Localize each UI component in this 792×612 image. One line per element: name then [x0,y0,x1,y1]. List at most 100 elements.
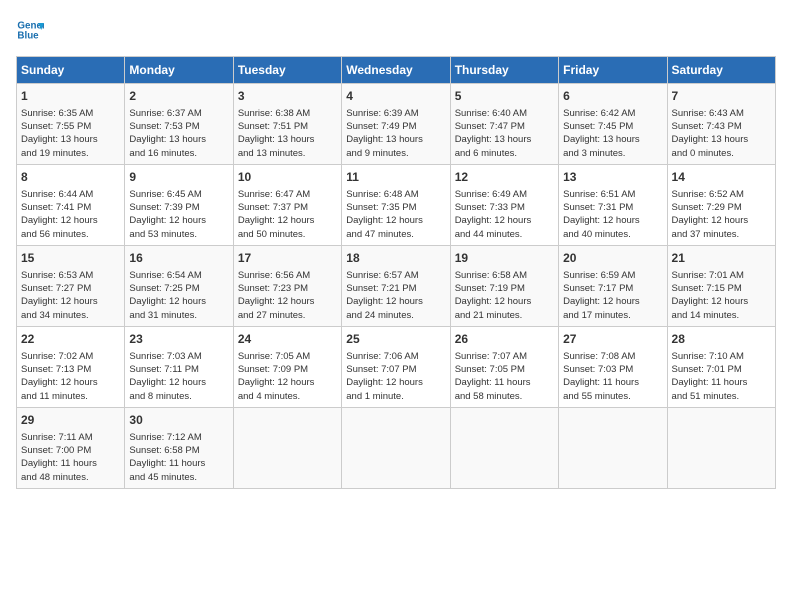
calendar-cell: 7 Sunrise: 6:43 AM Sunset: 7:43 PM Daylig… [667,84,775,165]
day-info: Sunrise: 6:40 AM Sunset: 7:47 PM Dayligh… [455,107,554,160]
logo-icon: General Blue [16,16,44,44]
day-number: 4 [346,88,445,105]
day-info: Sunrise: 6:51 AM Sunset: 7:31 PM Dayligh… [563,188,662,241]
calendar-cell: 20Sunrise: 6:59 AM Sunset: 7:17 PM Dayli… [559,245,667,326]
day-number: 17 [238,250,337,267]
calendar-cell: 6Sunrise: 6:42 AM Sunset: 7:45 PM Daylig… [559,84,667,165]
day-info: Sunrise: 7:07 AM Sunset: 7:05 PM Dayligh… [455,350,554,403]
day-info: Sunrise: 7:03 AM Sunset: 7:11 PM Dayligh… [129,350,228,403]
day-number: 14 [672,169,771,186]
calendar-cell: 2 Sunrise: 6:37 AM Sunset: 7:53 PM Daylig… [125,84,233,165]
col-header-sunday: Sunday [17,57,125,84]
day-number: 9 [129,169,228,186]
calendar-cell: 12Sunrise: 6:49 AM Sunset: 7:33 PM Dayli… [450,164,558,245]
calendar-week-row: 1 Sunrise: 6:35 AM Sunset: 7:55 PM Daylig… [17,84,776,165]
day-number: 8 [21,169,120,186]
day-info: Sunrise: 7:11 AM Sunset: 7:00 PM Dayligh… [21,431,120,484]
calendar-week-row: 22Sunrise: 7:02 AM Sunset: 7:13 PM Dayli… [17,326,776,407]
day-info: Sunrise: 7:05 AM Sunset: 7:09 PM Dayligh… [238,350,337,403]
day-number: 7 [672,88,771,105]
day-number: 18 [346,250,445,267]
day-number: 29 [21,412,120,429]
day-info: Sunrise: 6:45 AM Sunset: 7:39 PM Dayligh… [129,188,228,241]
calendar-cell [450,407,558,488]
day-info: Sunrise: 7:12 AM Sunset: 6:58 PM Dayligh… [129,431,228,484]
calendar-cell: 27 Sunrise: 7:08 AM Sunset: 7:03 PM Dayli… [559,326,667,407]
calendar-cell: 5 Sunrise: 6:40 AM Sunset: 7:47 PM Daylig… [450,84,558,165]
day-number: 10 [238,169,337,186]
svg-text:Blue: Blue [17,30,39,41]
day-info: Sunrise: 6:37 AM Sunset: 7:53 PM Dayligh… [129,107,228,160]
calendar-cell: 19 Sunrise: 6:58 AM Sunset: 7:19 PM Dayli… [450,245,558,326]
day-info: Sunrise: 6:35 AM Sunset: 7:55 PM Dayligh… [21,107,120,160]
day-info: Sunrise: 7:10 AM Sunset: 7:01 PM Dayligh… [672,350,771,403]
calendar-week-row: 15 Sunrise: 6:53 AM Sunset: 7:27 PM Dayli… [17,245,776,326]
calendar-cell [559,407,667,488]
calendar-cell: 28 Sunrise: 7:10 AM Sunset: 7:01 PM Dayli… [667,326,775,407]
calendar-cell: 8 Sunrise: 6:44 AM Sunset: 7:41 PM Daylig… [17,164,125,245]
day-info: Sunrise: 7:01 AM Sunset: 7:15 PM Dayligh… [672,269,771,322]
day-number: 3 [238,88,337,105]
day-number: 19 [455,250,554,267]
calendar-week-row: 29 Sunrise: 7:11 AM Sunset: 7:00 PM Dayli… [17,407,776,488]
day-info: Sunrise: 7:06 AM Sunset: 7:07 PM Dayligh… [346,350,445,403]
day-number: 25 [346,331,445,348]
day-info: Sunrise: 6:48 AM Sunset: 7:35 PM Dayligh… [346,188,445,241]
day-info: Sunrise: 6:44 AM Sunset: 7:41 PM Dayligh… [21,188,120,241]
day-info: Sunrise: 6:39 AM Sunset: 7:49 PM Dayligh… [346,107,445,160]
day-info: Sunrise: 6:59 AM Sunset: 7:17 PM Dayligh… [563,269,662,322]
calendar-cell: 29 Sunrise: 7:11 AM Sunset: 7:00 PM Dayli… [17,407,125,488]
calendar-cell: 10 Sunrise: 6:47 AM Sunset: 7:37 PM Dayli… [233,164,341,245]
day-number: 28 [672,331,771,348]
day-info: Sunrise: 6:49 AM Sunset: 7:33 PM Dayligh… [455,188,554,241]
calendar-cell: 17 Sunrise: 6:56 AM Sunset: 7:23 PM Dayli… [233,245,341,326]
day-number: 21 [672,250,771,267]
calendar-cell: 9 Sunrise: 6:45 AM Sunset: 7:39 PM Daylig… [125,164,233,245]
day-number: 27 [563,331,662,348]
day-info: Sunrise: 6:42 AM Sunset: 7:45 PM Dayligh… [563,107,662,160]
day-info: Sunrise: 6:54 AM Sunset: 7:25 PM Dayligh… [129,269,228,322]
col-header-thursday: Thursday [450,57,558,84]
calendar-cell: 26 Sunrise: 7:07 AM Sunset: 7:05 PM Dayli… [450,326,558,407]
calendar-cell: 15 Sunrise: 6:53 AM Sunset: 7:27 PM Dayli… [17,245,125,326]
col-header-monday: Monday [125,57,233,84]
calendar-cell: 22Sunrise: 7:02 AM Sunset: 7:13 PM Dayli… [17,326,125,407]
day-number: 5 [455,88,554,105]
calendar-cell: 18Sunrise: 6:57 AM Sunset: 7:21 PM Dayli… [342,245,450,326]
day-info: Sunrise: 6:43 AM Sunset: 7:43 PM Dayligh… [672,107,771,160]
calendar-week-row: 8 Sunrise: 6:44 AM Sunset: 7:41 PM Daylig… [17,164,776,245]
calendar-cell: 11Sunrise: 6:48 AM Sunset: 7:35 PM Dayli… [342,164,450,245]
header: General Blue [16,16,776,44]
day-info: Sunrise: 6:56 AM Sunset: 7:23 PM Dayligh… [238,269,337,322]
day-number: 26 [455,331,554,348]
calendar-cell: 14Sunrise: 6:52 AM Sunset: 7:29 PM Dayli… [667,164,775,245]
day-number: 30 [129,412,228,429]
calendar-body: 1 Sunrise: 6:35 AM Sunset: 7:55 PM Daylig… [17,84,776,489]
calendar-cell [342,407,450,488]
day-info: Sunrise: 6:53 AM Sunset: 7:27 PM Dayligh… [21,269,120,322]
day-number: 2 [129,88,228,105]
calendar-cell: 3Sunrise: 6:38 AM Sunset: 7:51 PM Daylig… [233,84,341,165]
calendar-cell [233,407,341,488]
day-number: 15 [21,250,120,267]
calendar-cell: 24 Sunrise: 7:05 AM Sunset: 7:09 PM Dayli… [233,326,341,407]
day-info: Sunrise: 6:47 AM Sunset: 7:37 PM Dayligh… [238,188,337,241]
calendar-cell: 16 Sunrise: 6:54 AM Sunset: 7:25 PM Dayli… [125,245,233,326]
calendar-cell: 4 Sunrise: 6:39 AM Sunset: 7:49 PM Daylig… [342,84,450,165]
calendar-header-row: SundayMondayTuesdayWednesdayThursdayFrid… [17,57,776,84]
day-number: 24 [238,331,337,348]
day-number: 13 [563,169,662,186]
calendar-cell: 23 Sunrise: 7:03 AM Sunset: 7:11 PM Dayli… [125,326,233,407]
day-number: 1 [21,88,120,105]
calendar-cell: 30 Sunrise: 7:12 AM Sunset: 6:58 PM Dayli… [125,407,233,488]
day-number: 16 [129,250,228,267]
day-info: Sunrise: 7:08 AM Sunset: 7:03 PM Dayligh… [563,350,662,403]
day-number: 23 [129,331,228,348]
calendar-cell: 1 Sunrise: 6:35 AM Sunset: 7:55 PM Daylig… [17,84,125,165]
day-info: Sunrise: 6:58 AM Sunset: 7:19 PM Dayligh… [455,269,554,322]
day-number: 22 [21,331,120,348]
calendar-cell: 21 Sunrise: 7:01 AM Sunset: 7:15 PM Dayli… [667,245,775,326]
logo: General Blue [16,16,48,44]
calendar-cell [667,407,775,488]
col-header-wednesday: Wednesday [342,57,450,84]
